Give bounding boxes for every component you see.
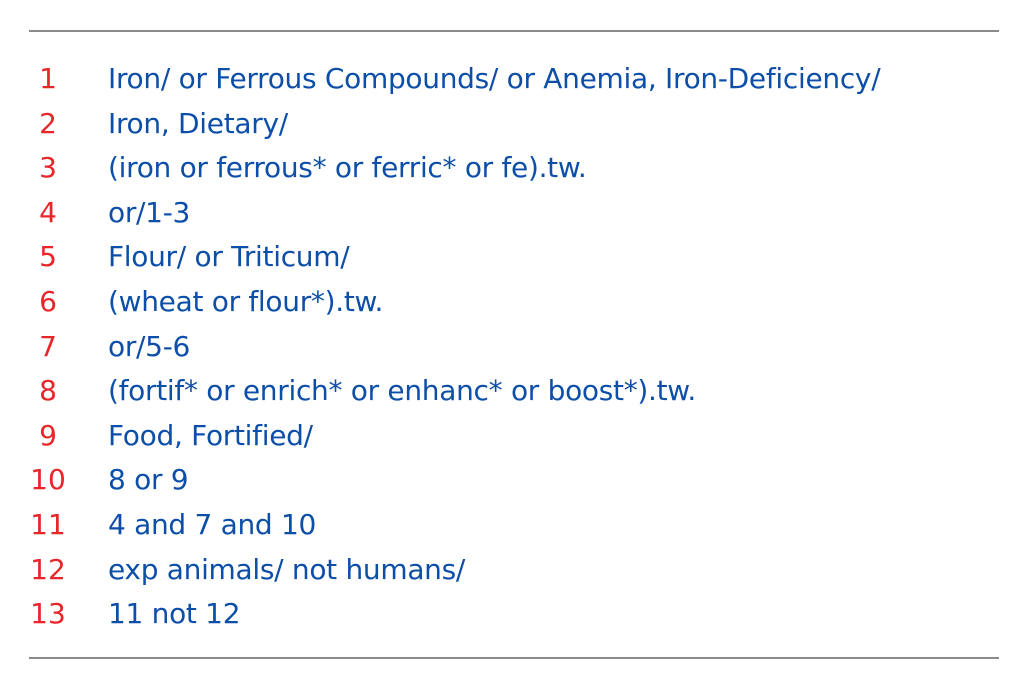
line-query: Flour/ or Triticum/	[108, 240, 350, 274]
list-item: 12 exp animals/ not humans/	[0, 548, 1024, 593]
line-number: 10	[30, 463, 66, 497]
line-query: Food, Fortified/	[108, 418, 313, 452]
line-number: 5	[39, 240, 57, 274]
list-item: 5 Flour/ or Triticum/	[0, 235, 1024, 280]
list-item: 7 or/5-6	[0, 325, 1024, 370]
list-item: 2 Iron, Dietary/	[0, 102, 1024, 147]
list-item: 10 8 or 9	[0, 458, 1024, 503]
line-query: 8 or 9	[108, 463, 189, 497]
line-number: 3	[39, 151, 57, 185]
line-query: (wheat or flour*).tw.	[108, 284, 384, 318]
line-query: or/5-6	[108, 329, 191, 363]
line-number: 2	[39, 106, 57, 140]
line-number: 1	[39, 62, 57, 95]
list-item: 4 or/1-3	[0, 191, 1024, 236]
line-query: (iron or ferrous* or ferric* or fe).tw.	[108, 151, 587, 185]
top-rule	[29, 30, 999, 32]
list-item: 11 4 and 7 and 10	[0, 503, 1024, 548]
list-item: 9 Food, Fortified/	[0, 414, 1024, 459]
line-query: 11 not 12	[108, 597, 241, 631]
line-query: Iron, Dietary/	[108, 106, 288, 140]
list-item: 1 Iron/ or Ferrous Compounds/ or Anemia,…	[0, 57, 1024, 102]
line-query: Iron/ or Ferrous Compounds/ or Anemia, I…	[108, 62, 881, 95]
list-item: 8 (fortif* or enrich* or enhanc* or boos…	[0, 369, 1024, 414]
list-item: 6 (wheat or flour*).tw.	[0, 280, 1024, 325]
line-query: 4 and 7 and 10	[108, 507, 317, 541]
line-query: (fortif* or enrich* or enhanc* or boost*…	[108, 374, 696, 408]
search-strategy-list: 1 Iron/ or Ferrous Compounds/ or Anemia,…	[0, 57, 1024, 637]
line-number: 7	[39, 329, 57, 363]
list-item: 13 11 not 12	[0, 592, 1024, 637]
line-number: 6	[39, 284, 57, 318]
line-number: 13	[30, 597, 66, 631]
bottom-rule	[29, 657, 999, 659]
line-number: 12	[30, 552, 66, 586]
line-number: 4	[39, 195, 57, 229]
line-number: 9	[39, 418, 57, 452]
line-number: 8	[39, 374, 57, 408]
line-number: 11	[30, 507, 66, 541]
list-item: 3 (iron or ferrous* or ferric* or fe).tw…	[0, 146, 1024, 191]
line-query: exp animals/ not humans/	[108, 552, 466, 586]
line-query: or/1-3	[108, 195, 191, 229]
